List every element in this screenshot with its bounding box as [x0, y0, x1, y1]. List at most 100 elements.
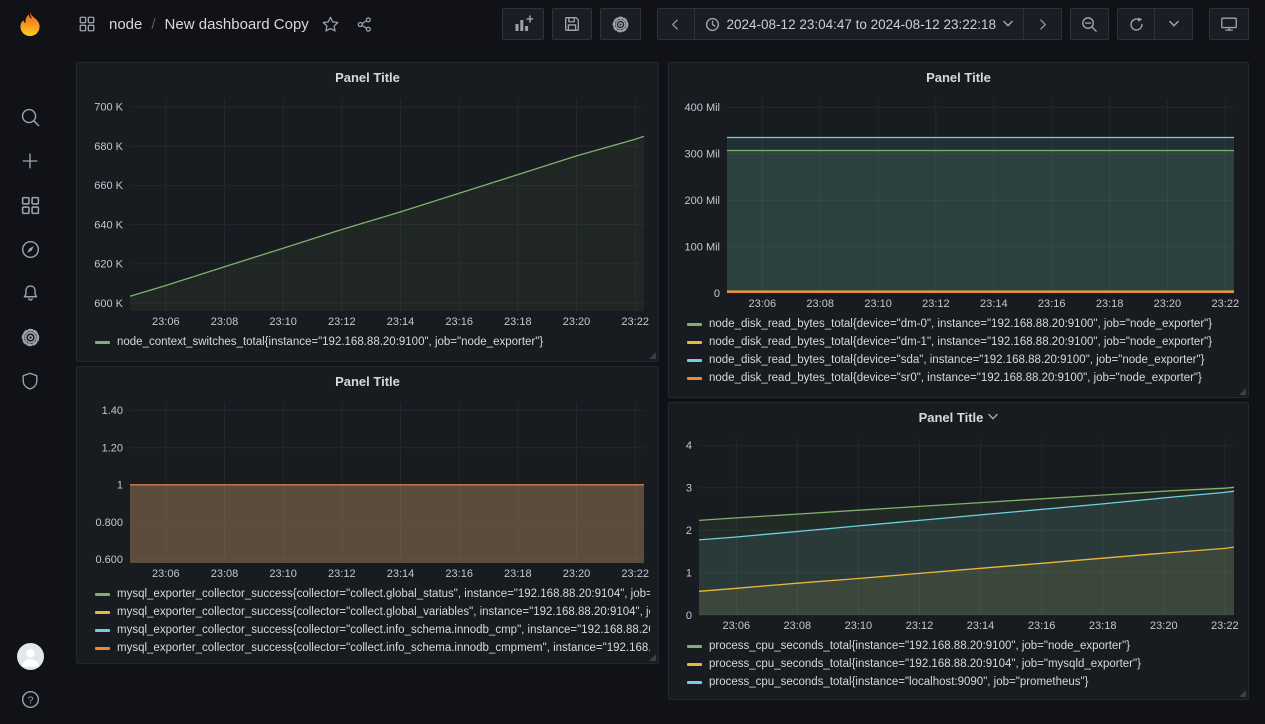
sidebar-item-search[interactable]	[0, 95, 60, 139]
panel-resize-handle[interactable]	[1239, 388, 1246, 395]
chevron-left-icon	[669, 18, 682, 31]
panel-title[interactable]: Panel Title	[919, 410, 984, 425]
sidebar	[0, 95, 60, 403]
legend-series-label: process_cpu_seconds_total{instance="192.…	[709, 640, 1130, 652]
share-dashboard-button[interactable]	[352, 12, 377, 37]
sidebar-item-dashboards[interactable]	[0, 183, 60, 227]
legend-series-color	[687, 681, 702, 684]
svg-text:23:20: 23:20	[1154, 298, 1182, 310]
sidebar-item-create[interactable]	[0, 139, 60, 183]
legend-series-color	[687, 341, 702, 344]
sidebar-item-help[interactable]: ?	[0, 684, 60, 714]
panel-resize-handle[interactable]	[649, 352, 656, 359]
legend-item[interactable]: node_disk_read_bytes_total{device="sda",…	[687, 351, 1238, 369]
dashboards-breadcrumb-button[interactable]	[74, 11, 100, 37]
legend-item[interactable]: process_cpu_seconds_total{instance="192.…	[687, 637, 1238, 655]
graph-area[interactable]: 0.6000.80011.201.4023:0623:0823:1023:122…	[83, 395, 652, 583]
legend-series-color	[95, 611, 110, 614]
time-range-text: 2024-08-12 23:04:47 to 2024-08-12 23:22:…	[727, 17, 996, 32]
graph-area[interactable]: 600 K620 K640 K660 K680 K700 K23:0623:08…	[83, 91, 652, 331]
legend-series-label: process_cpu_seconds_total{instance="192.…	[709, 658, 1141, 670]
legend-item[interactable]: node_disk_read_bytes_total{device="sr0",…	[687, 369, 1238, 387]
svg-text:23:20: 23:20	[1150, 620, 1178, 632]
refresh-interval-dropdown[interactable]	[1155, 8, 1193, 40]
sidebar-item-profile[interactable]	[17, 643, 44, 670]
panel-title[interactable]: Panel Title	[335, 374, 400, 389]
grafana-flame-icon	[16, 10, 44, 38]
svg-text:200 Mil: 200 Mil	[685, 195, 720, 207]
panel-mysql-collector-success: Panel Title 0.6000.80011.201.4023:0623:0…	[76, 366, 659, 664]
time-range-controls: 2024-08-12 23:04:47 to 2024-08-12 23:22:…	[657, 8, 1062, 40]
dashboard-settings-button[interactable]	[600, 8, 641, 40]
tv-mode-icon	[1220, 15, 1238, 33]
panel-title[interactable]: Panel Title	[926, 70, 991, 85]
svg-text:23:18: 23:18	[1089, 620, 1117, 632]
legend-series-label: node_disk_read_bytes_total{device="sr0",…	[709, 372, 1202, 384]
panel-header[interactable]: Panel Title	[77, 367, 658, 395]
svg-text:4: 4	[686, 440, 692, 452]
svg-text:620 K: 620 K	[94, 259, 123, 271]
time-shift-forward-button[interactable]	[1024, 8, 1062, 40]
svg-text:23:10: 23:10	[269, 568, 297, 580]
svg-text:23:22: 23:22	[621, 316, 649, 328]
legend-item[interactable]: node_disk_read_bytes_total{device="dm-1"…	[687, 333, 1238, 351]
refresh-dashboard-button[interactable]	[1117, 8, 1155, 40]
time-shift-back-button[interactable]	[657, 8, 695, 40]
graph-area[interactable]: 0100 Mil200 Mil300 Mil400 Mil23:0623:082…	[675, 91, 1242, 313]
save-dashboard-button[interactable]	[552, 8, 592, 40]
svg-text:600 K: 600 K	[94, 298, 123, 310]
graph-area[interactable]: 0123423:0623:0823:1023:1223:1423:1623:18…	[675, 431, 1242, 635]
legend-item[interactable]: mysql_exporter_collector_success{collect…	[95, 585, 650, 603]
legend-item[interactable]: mysql_exporter_collector_success{collect…	[95, 639, 650, 657]
add-panel-button[interactable]	[502, 8, 544, 40]
star-dashboard-button[interactable]	[318, 12, 343, 37]
svg-text:23:12: 23:12	[328, 568, 356, 580]
panel-resize-handle[interactable]	[1239, 690, 1246, 697]
panel-header[interactable]: Panel Title	[669, 63, 1248, 91]
legend-series-label: mysql_exporter_collector_success{collect…	[117, 624, 650, 636]
panel-menu-caret-icon[interactable]	[988, 413, 998, 421]
time-range-picker[interactable]: 2024-08-12 23:04:47 to 2024-08-12 23:22:…	[695, 8, 1024, 40]
chevron-right-icon	[1036, 18, 1049, 31]
breadcrumb-folder[interactable]: node	[109, 16, 142, 33]
svg-text:660 K: 660 K	[94, 180, 123, 192]
legend-series-label: mysql_exporter_collector_success{collect…	[117, 642, 650, 654]
breadcrumb-separator: /	[151, 16, 155, 33]
panel-header[interactable]: Panel Title	[669, 403, 1248, 431]
svg-text:23:14: 23:14	[967, 620, 995, 632]
legend-item[interactable]: mysql_exporter_collector_success{collect…	[95, 621, 650, 639]
svg-text:1.40: 1.40	[102, 405, 123, 417]
panel-resize-handle[interactable]	[649, 654, 656, 661]
tv-mode-button[interactable]	[1209, 8, 1249, 40]
sidebar-item-server-admin[interactable]	[0, 359, 60, 403]
grafana-logo[interactable]	[0, 0, 60, 48]
plus-icon	[20, 151, 40, 171]
chevron-down-icon	[1169, 20, 1179, 28]
svg-text:1: 1	[686, 567, 692, 579]
legend-item[interactable]: node_context_switches_total{instance="19…	[95, 333, 648, 351]
apps-icon	[78, 15, 96, 33]
svg-text:23:08: 23:08	[211, 568, 239, 580]
svg-text:23:06: 23:06	[749, 298, 777, 310]
sidebar-item-configuration[interactable]	[0, 315, 60, 359]
legend-item[interactable]: process_cpu_seconds_total{instance="loca…	[687, 673, 1238, 691]
share-icon	[356, 16, 373, 33]
legend-series-label: node_disk_read_bytes_total{device="sda",…	[709, 354, 1204, 366]
svg-text:23:10: 23:10	[864, 298, 892, 310]
breadcrumb-dashboard-title[interactable]: New dashboard Copy	[165, 16, 309, 33]
legend-series-color	[95, 593, 110, 596]
svg-text:1.20: 1.20	[102, 443, 123, 455]
legend-series-color	[95, 629, 110, 632]
legend-item[interactable]: mysql_exporter_collector_success{collect…	[95, 603, 650, 621]
compass-icon	[20, 239, 41, 260]
graph-legend[interactable]: mysql_exporter_collector_success{collect…	[95, 585, 654, 657]
sidebar-item-explore[interactable]	[0, 227, 60, 271]
panel-title[interactable]: Panel Title	[335, 70, 400, 85]
panel-header[interactable]: Panel Title	[77, 63, 658, 91]
legend-item[interactable]: process_cpu_seconds_total{instance="192.…	[687, 655, 1238, 673]
sidebar-item-alerting[interactable]	[0, 271, 60, 315]
svg-text:23:18: 23:18	[504, 316, 532, 328]
clock-icon	[705, 17, 720, 32]
zoom-out-time-button[interactable]	[1070, 8, 1109, 40]
legend-item[interactable]: node_disk_read_bytes_total{device="dm-0"…	[687, 315, 1238, 333]
